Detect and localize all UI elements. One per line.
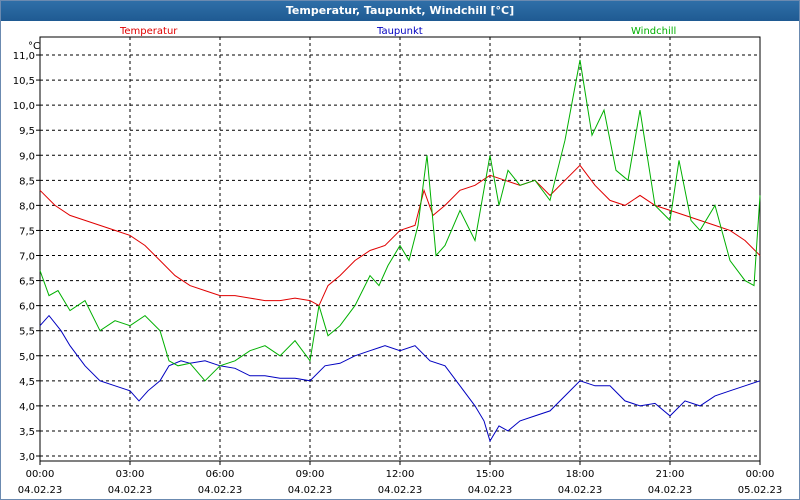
x-tick-time: 06:00 (206, 469, 235, 480)
x-tick-date: 04.02.23 (288, 485, 333, 496)
y-tick-label: 7,5 (19, 226, 35, 237)
y-axis-unit: °C (28, 41, 40, 52)
y-tick-label: 8,0 (19, 201, 35, 212)
y-tick-label: 4,0 (19, 402, 35, 413)
y-tick-label: 5,5 (19, 327, 35, 338)
y-tick-label: 5,0 (19, 352, 35, 363)
y-tick-label: 10,0 (13, 101, 35, 112)
x-tick-date: 04.02.23 (378, 485, 423, 496)
y-tick-label: 3,5 (19, 427, 35, 438)
y-tick-label: 9,0 (19, 151, 35, 162)
x-tick-time: 00:00 (26, 469, 55, 480)
x-tick-time: 00:00 (746, 469, 775, 480)
y-tick-label: 4,5 (19, 377, 35, 388)
line-chart: 3,0 3,5 4,0 4,5 5,0 5,5 6,0 6,5 7,0 7,5 8,0 8,5 9,0 9… (13, 26, 783, 496)
x-tick-time: 12:00 (386, 469, 415, 480)
y-tick-label: 8,5 (19, 176, 35, 187)
x-tick-date: 04.02.23 (648, 485, 693, 496)
x-tick-time: 15:00 (476, 469, 505, 480)
x-tick-date: 04.02.23 (18, 485, 63, 496)
legend-windchill: Windchill (631, 26, 676, 37)
x-tick-date: 04.02.23 (108, 485, 153, 496)
x-tick-date: 04.02.23 (198, 485, 243, 496)
x-tick-time: 09:00 (296, 469, 325, 480)
y-tick-label: 3,0 (19, 452, 35, 463)
x-tick-time: 03:00 (116, 469, 145, 480)
legend-temperatur: Temperatur (119, 26, 178, 37)
y-tick-label: 6,5 (19, 277, 35, 288)
y-tick-label: 7,0 (19, 252, 35, 263)
y-tick-label: 6,0 (19, 302, 35, 313)
y-tick-label: 10,5 (13, 76, 35, 87)
x-tick-date: 05.02.23 (738, 485, 783, 496)
legend-taupunkt: Taupunkt (376, 26, 423, 37)
x-tick-time: 21:00 (656, 469, 685, 480)
x-tick-time: 18:00 (566, 469, 595, 480)
x-tick-date: 04.02.23 (468, 485, 513, 496)
y-tick-label: 9,5 (19, 126, 35, 137)
x-tick-date: 04.02.23 (558, 485, 603, 496)
y-tick-label: 11,0 (13, 51, 35, 62)
